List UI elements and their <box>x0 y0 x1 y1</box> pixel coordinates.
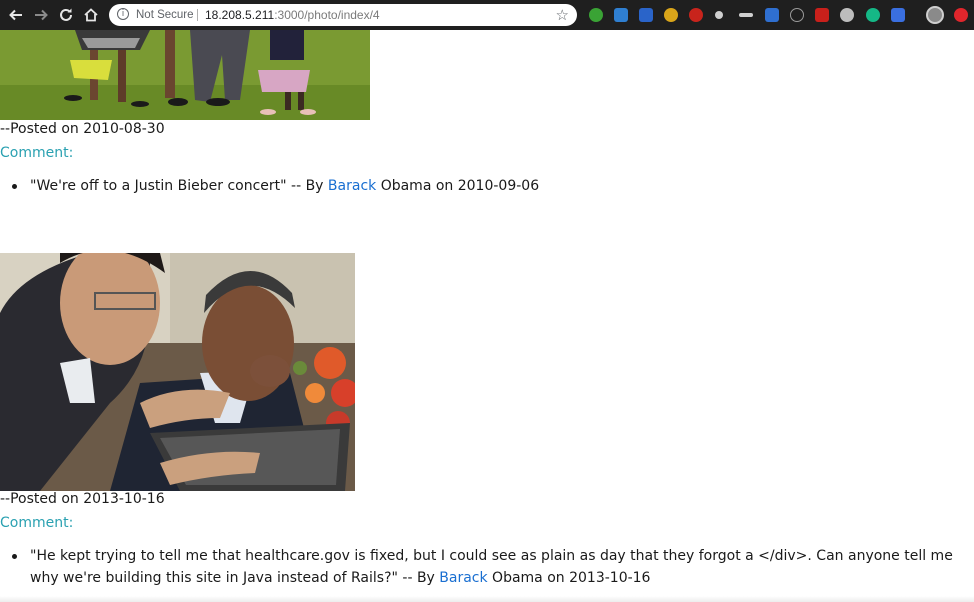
home-icon[interactable] <box>81 5 101 25</box>
translate-extension-icon[interactable] <box>891 8 905 22</box>
url-text[interactable]: 18.208.5.211:3000/photo/index/4 <box>205 7 380 23</box>
posted-date: --Posted on 2013-10-16 <box>0 491 165 507</box>
photo-oval-office-tablet <box>0 253 355 491</box>
comment-suffix: Obama on 2010-09-06 <box>376 178 540 194</box>
author-link[interactable]: Barack <box>328 178 376 194</box>
address-bar[interactable]: i Not Secure 18.208.5.211:3000/photo/ind… <box>109 4 577 26</box>
url-separator <box>197 9 198 21</box>
list-bullet <box>12 554 17 559</box>
forward-arrow-icon[interactable] <box>31 5 51 25</box>
evernote-extension-icon[interactable] <box>589 8 603 22</box>
pdf-extension-icon[interactable] <box>815 8 829 22</box>
dictionary-extension-icon[interactable] <box>765 8 779 22</box>
browser-toolbar: i Not Secure 18.208.5.211:3000/photo/ind… <box>0 0 974 30</box>
not-secure-label: Not Secure <box>136 9 194 21</box>
posted-date: --Posted on 2010-08-30 <box>0 121 165 137</box>
url-path: :3000/photo/index/4 <box>274 8 380 22</box>
comment-suffix: Obama on 2013-10-16 <box>487 570 651 586</box>
dot-extension-icon[interactable] <box>715 11 723 19</box>
update-menu-icon[interactable] <box>954 8 968 22</box>
adblock-extension-icon[interactable] <box>689 8 703 22</box>
comment-list: "He kept trying to tell me that healthca… <box>0 545 960 589</box>
k-extension-icon[interactable] <box>639 8 653 22</box>
comment-text: "We're off to a Justin Bieber concert" -… <box>30 178 328 194</box>
comment-item: "We're off to a Justin Bieber concert" -… <box>12 175 960 197</box>
circle-extension-icon[interactable] <box>790 8 804 22</box>
todo-extension-icon[interactable] <box>614 8 628 22</box>
profile-avatar[interactable] <box>926 6 944 24</box>
back-arrow-icon[interactable] <box>6 5 26 25</box>
bar-extension-icon[interactable] <box>739 13 753 17</box>
url-host: 18.208.5.211 <box>205 8 275 22</box>
chat-extension-icon[interactable] <box>840 8 854 22</box>
photo-family-walking <box>0 30 370 120</box>
comment-list: "We're off to a Justin Bieber concert" -… <box>0 175 960 197</box>
list-bullet <box>12 184 17 189</box>
comment-heading: Comment: <box>0 515 74 531</box>
reload-icon[interactable] <box>56 5 76 25</box>
comment-heading: Comment: <box>0 145 74 161</box>
window-bottom-edge <box>0 596 974 602</box>
author-link[interactable]: Barack <box>439 570 487 586</box>
shield-extension-icon[interactable] <box>664 8 678 22</box>
comment-item: "He kept trying to tell me that healthca… <box>12 545 960 589</box>
star-icon[interactable]: ☆ <box>556 6 569 24</box>
info-icon[interactable]: i <box>117 8 129 20</box>
grammarly-extension-icon[interactable] <box>866 8 880 22</box>
